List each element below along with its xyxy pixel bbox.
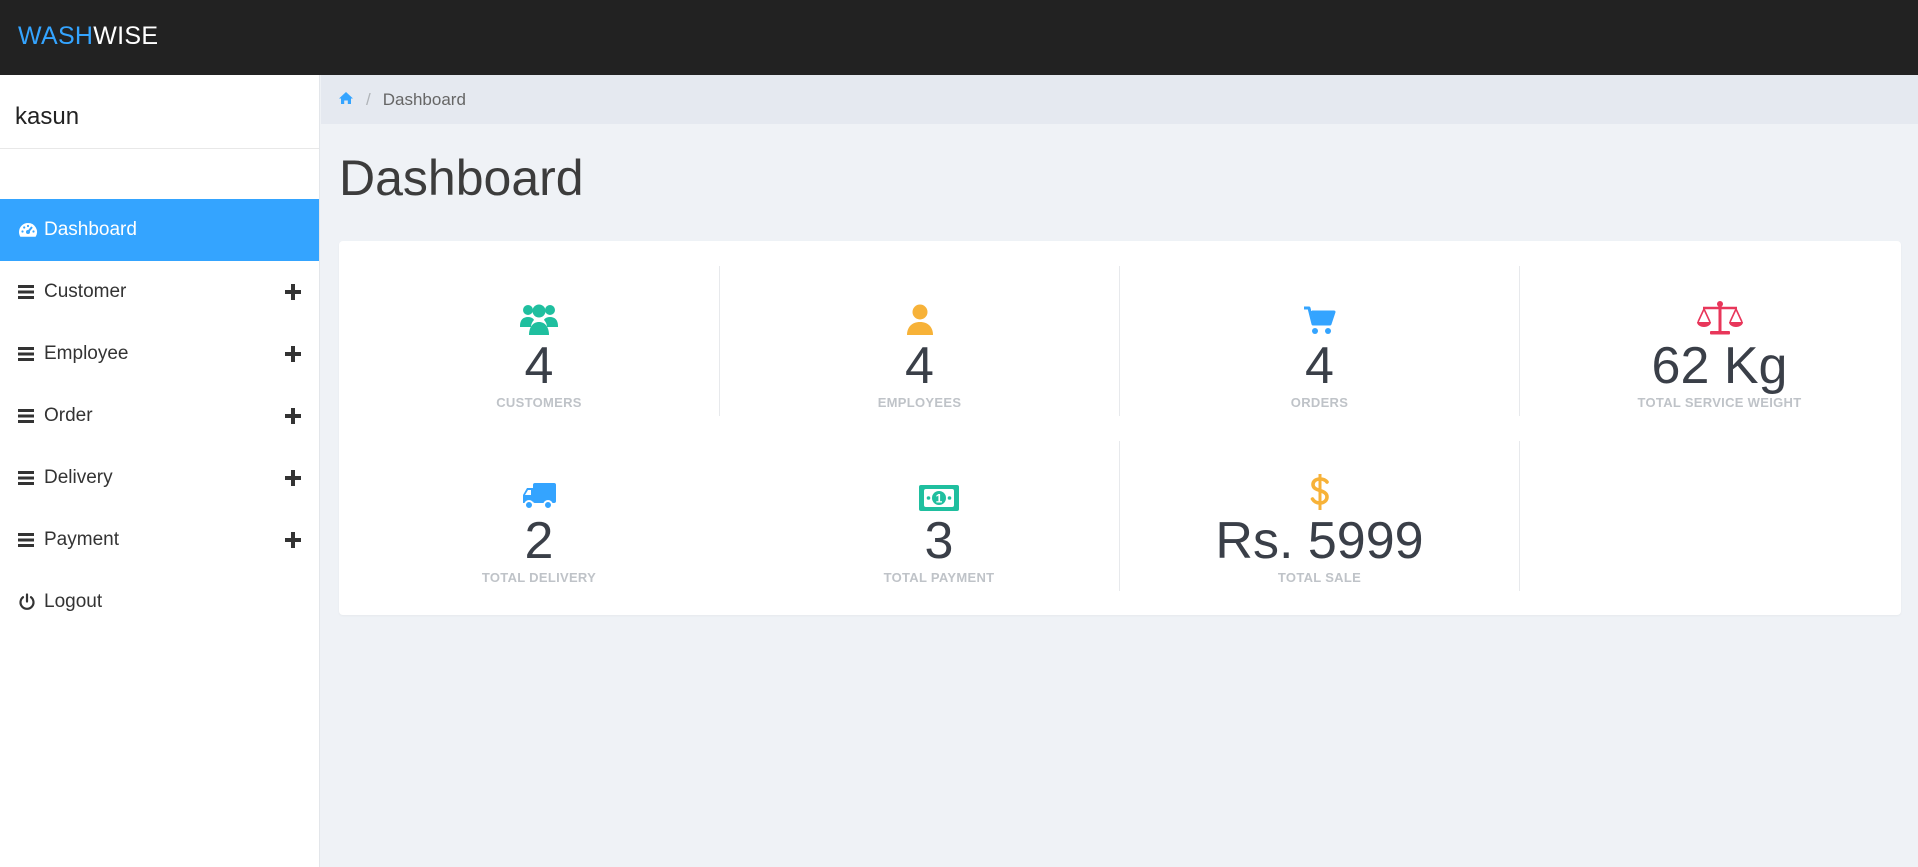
expand-plus-icon[interactable] [285,284,301,300]
expand-plus-icon[interactable] [285,408,301,424]
sidebar-menu: Dashboard Customer Employee Order Delive… [0,199,319,633]
stat-customers: 4 CUSTOMERS [339,266,739,416]
menu-icon [18,409,44,423]
scale-icon [1520,296,1918,336]
stat-total-sale: Rs. 5999 TOTAL SALE [1119,441,1519,591]
sidebar-item-label: Employee [44,343,129,364]
sidebar-item-label: Dashboard [44,219,137,240]
sidebar-item-label: Customer [44,281,127,302]
expand-plus-icon[interactable] [285,470,301,486]
expand-plus-icon[interactable] [285,532,301,548]
sidebar-item-label: Logout [44,591,103,612]
sidebar-item-logout[interactable]: Logout [0,571,319,633]
sidebar-item-payment[interactable]: Payment [0,509,319,571]
stat-label: TOTAL SALE [1277,570,1362,585]
main-content: / Dashboard Dashboard 4 CUSTOMERS 4 EMPL… [321,75,1918,867]
dollar-icon [1120,471,1519,511]
users-icon [339,296,739,336]
stat-value: 4 [1305,337,1334,395]
expand-plus-icon[interactable] [285,346,301,362]
sidebar-item-employee[interactable]: Employee [0,323,319,385]
stat-label: TOTAL PAYMENT [883,570,995,585]
breadcrumb: / Dashboard [321,75,1918,124]
stat-value: 62 Kg [1651,337,1788,395]
stat-value: Rs. 5999 [1215,512,1424,570]
top-navbar: WASHWISE [0,0,1918,75]
sidebar-item-label: Payment [44,529,119,550]
stat-value: 3 [924,512,954,570]
stat-empty-cell [1519,441,1918,591]
stat-value: 4 [905,337,934,395]
svg-text:1: 1 [936,492,943,506]
stat-total-service-weight: 62 Kg TOTAL SERVICE WEIGHT [1519,266,1918,416]
brand-part-1: WASH [18,22,94,50]
sidebar-item-delivery[interactable]: Delivery [0,447,319,509]
breadcrumb-current: Dashboard [382,89,466,109]
stats-panel: 4 CUSTOMERS 4 EMPLOYEES 4 ORDERS 62 Kg T… [339,241,1901,615]
stat-label: ORDERS [1290,395,1349,410]
menu-icon [18,533,44,547]
brand-logo[interactable]: WASHWISE [18,22,158,51]
brand-part-2: WISE [93,22,159,50]
sidebar-item-dashboard[interactable]: Dashboard [0,199,319,261]
stat-orders: 4 ORDERS [1119,266,1519,416]
sidebar-username: kasun [0,75,319,149]
sidebar-item-order[interactable]: Order [0,385,319,447]
stat-value: 2 [524,512,554,570]
stat-total-payment: 1 3 TOTAL PAYMENT [739,441,1139,591]
power-icon [18,593,44,611]
dashboard-icon [18,221,44,239]
stat-label: EMPLOYEES [877,395,962,410]
truck-icon [339,471,739,511]
page-title: Dashboard [339,150,584,206]
cart-icon [1120,296,1519,336]
stat-label: TOTAL SERVICE WEIGHT [1637,395,1802,410]
money-icon: 1 [739,471,1139,511]
menu-icon [18,285,44,299]
user-icon [720,296,1119,336]
stat-total-delivery: 2 TOTAL DELIVERY [339,441,739,591]
sidebar-item-customer[interactable]: Customer [0,261,319,323]
sidebar-item-label: Delivery [44,467,113,488]
stat-value: 4 [524,337,554,395]
stat-label: TOTAL DELIVERY [481,570,597,585]
menu-icon [18,347,44,361]
stat-label: CUSTOMERS [496,395,582,410]
sidebar: kasun Dashboard Customer Employee Order … [0,75,320,867]
sidebar-item-label: Order [44,405,93,426]
breadcrumb-separator: / [366,89,371,109]
menu-icon [18,471,44,485]
stat-employees: 4 EMPLOYEES [719,266,1119,416]
home-icon[interactable] [338,90,354,110]
